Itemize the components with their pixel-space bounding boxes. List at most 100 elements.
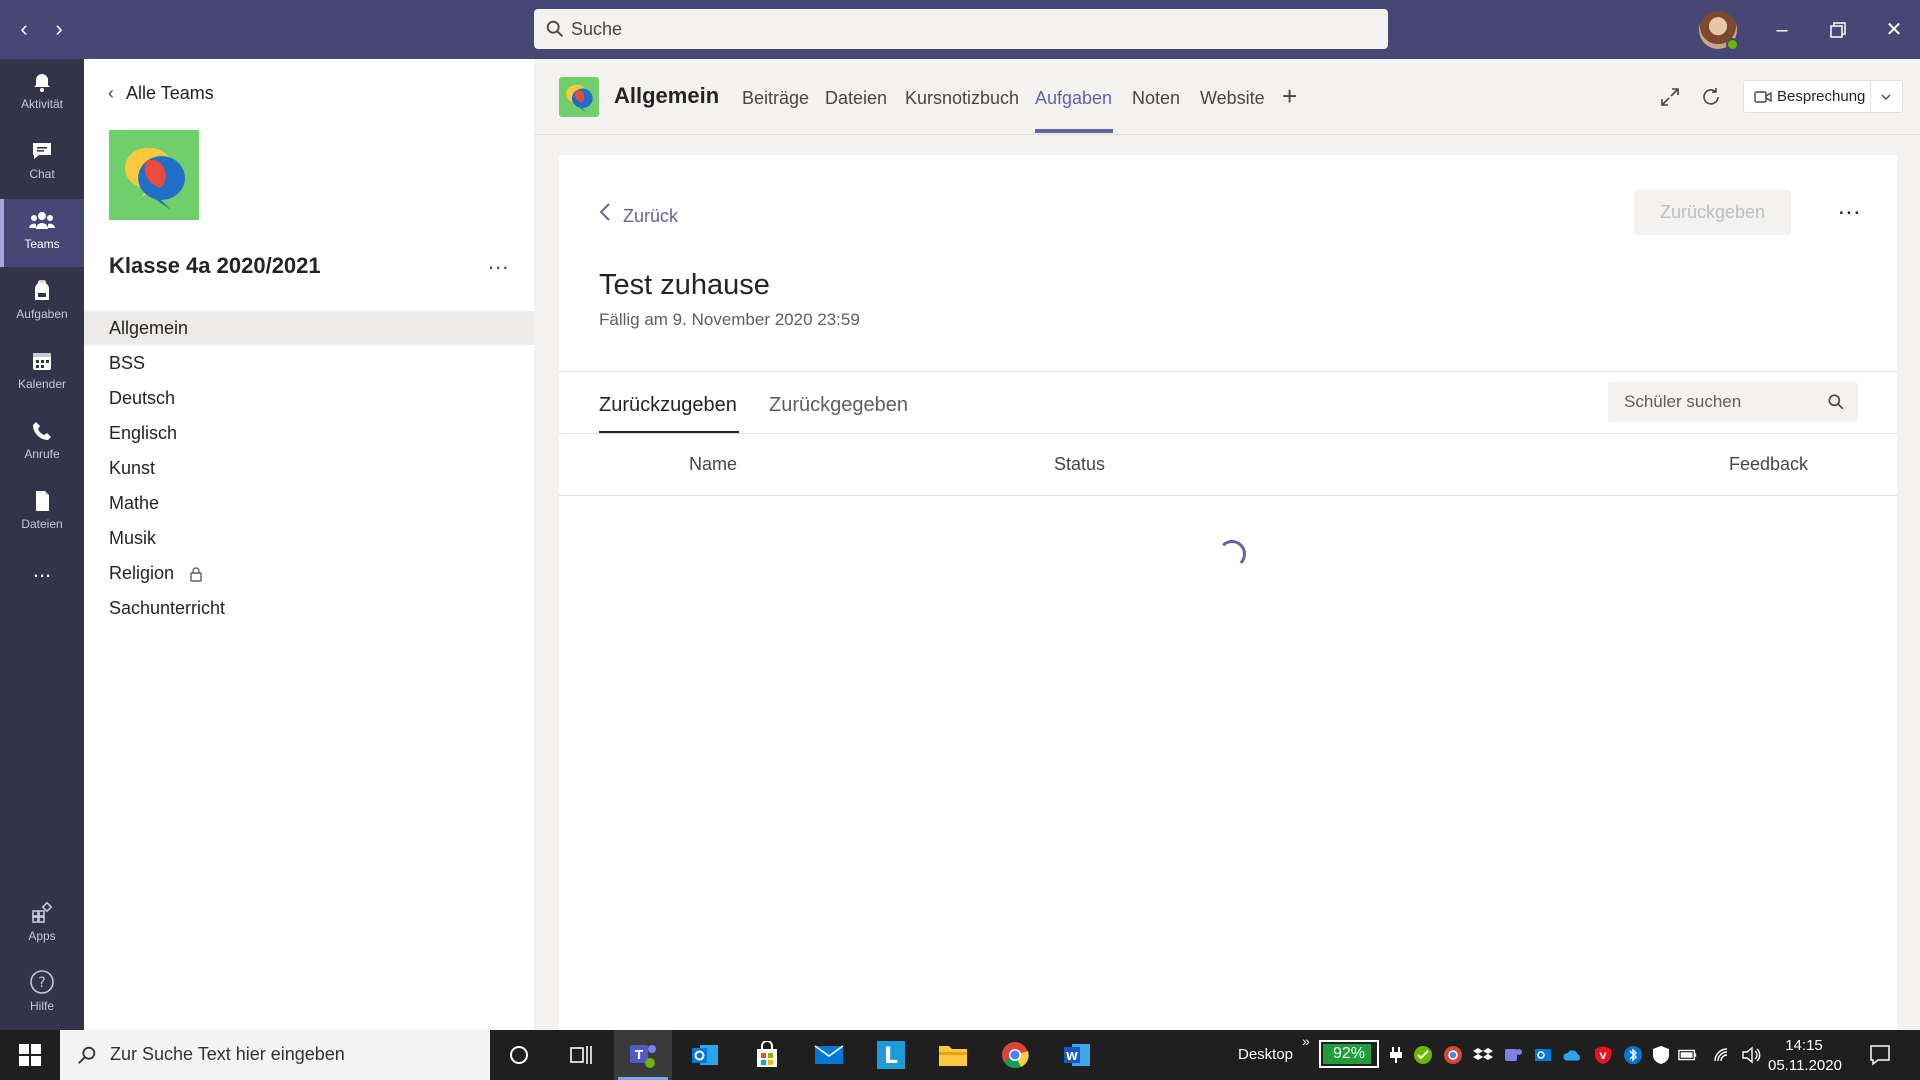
outlook-app-icon[interactable] — [676, 1030, 734, 1080]
rail-item-apps[interactable]: Apps — [0, 891, 84, 959]
divider — [559, 433, 1897, 434]
close-icon[interactable]: ✕ — [1879, 15, 1909, 45]
all-teams-label: Alle Teams — [126, 83, 214, 103]
channel-item-allgemein[interactable]: Allgemein — [84, 311, 534, 345]
chevron-down-icon[interactable] — [1880, 92, 1892, 102]
return-button[interactable]: Zurückgeben — [1634, 190, 1791, 235]
active-tab-indicator — [1035, 129, 1113, 133]
channel-item-sachunterricht[interactable]: Sachunterricht — [84, 591, 534, 625]
channel-item-mathe[interactable]: Mathe — [84, 486, 534, 520]
file-explorer-icon[interactable] — [924, 1030, 982, 1080]
power-plug-icon[interactable] — [1386, 1045, 1406, 1065]
svg-text:?: ? — [38, 975, 45, 991]
tab-aufgaben[interactable]: Aufgaben — [1035, 88, 1112, 109]
dropbox-icon[interactable] — [1473, 1045, 1493, 1065]
forward-arrow-icon[interactable]: › — [44, 14, 74, 44]
channel-item-englisch[interactable]: Englisch — [84, 416, 534, 450]
divider — [559, 371, 1897, 372]
rail-label: Hilfe — [29, 999, 54, 1013]
channel-label: Englisch — [109, 423, 178, 443]
expand-icon[interactable] — [1658, 85, 1682, 109]
rail-label: Apps — [28, 929, 56, 943]
teams-tray-icon[interactable] — [1503, 1045, 1523, 1065]
rail-item-activity[interactable]: Aktivität — [0, 59, 84, 127]
word-app-icon[interactable]: W — [1048, 1030, 1106, 1080]
tab-noten[interactable]: Noten — [1132, 88, 1180, 109]
team-more-options-icon[interactable]: ... — [488, 249, 509, 275]
search-input[interactable]: Suche — [534, 9, 1388, 49]
taskbar-search-input[interactable]: Zur Suche Text hier eingeben — [60, 1030, 490, 1080]
lernapp-icon[interactable]: L — [862, 1030, 920, 1080]
rail-more-icon[interactable]: ... — [0, 555, 84, 595]
notification-center-icon[interactable] — [1868, 1043, 1892, 1067]
presence-available-icon — [1726, 38, 1739, 51]
bell-icon — [34, 74, 50, 92]
rail-item-assignments[interactable]: Aufgaben — [0, 269, 84, 337]
apps-icon — [32, 901, 53, 923]
rail-item-teams[interactable]: Teams — [0, 199, 84, 267]
subtab-returned[interactable]: Zurückgegeben — [769, 394, 908, 417]
rail-item-help[interactable]: ? Hilfe — [0, 959, 84, 1027]
rail-label: Dateien — [21, 517, 63, 531]
refresh-icon[interactable] — [1699, 85, 1723, 109]
battery-indicator[interactable]: 92% — [1319, 1040, 1379, 1068]
column-header-feedback[interactable]: Feedback — [1729, 454, 1808, 475]
onedrive-icon[interactable] — [1563, 1045, 1583, 1065]
rail-label: Chat — [29, 167, 55, 181]
back-button[interactable]: Zurück — [599, 202, 678, 227]
desktop-toolbar-label[interactable]: Desktop — [1238, 1046, 1293, 1063]
toolbar-overflow-icon[interactable]: » — [1302, 1033, 1310, 1049]
restore-icon[interactable] — [1823, 15, 1853, 45]
avatar[interactable] — [1699, 11, 1739, 51]
rail-item-files[interactable]: Dateien — [0, 479, 84, 547]
tab-website[interactable]: Website — [1200, 88, 1265, 109]
channel-item-religion[interactable]: Religion — [84, 556, 534, 590]
antivirus-shield-icon[interactable]: V — [1593, 1045, 1613, 1065]
volume-icon[interactable] — [1741, 1045, 1761, 1065]
minimize-icon[interactable]: – — [1767, 15, 1797, 45]
column-header-status[interactable]: Status — [1054, 454, 1105, 475]
chrome-app-icon[interactable] — [986, 1030, 1044, 1080]
wifi-icon[interactable] — [1713, 1045, 1733, 1065]
tab-dateien[interactable]: Dateien — [825, 88, 887, 109]
battery-tray-icon[interactable] — [1678, 1045, 1698, 1065]
teams-app-icon[interactable]: T — [614, 1030, 672, 1080]
meeting-button[interactable]: Besprechung — [1743, 80, 1903, 113]
all-teams-link[interactable]: ‹ Alle Teams — [108, 83, 214, 104]
search-icon — [78, 1046, 96, 1064]
student-search-input[interactable]: Schüler suchen — [1608, 382, 1858, 422]
rail-item-chat[interactable]: Chat — [0, 129, 84, 197]
chat-icon — [33, 143, 51, 159]
tab-beitraege[interactable]: Beiträge — [742, 88, 809, 109]
channel-item-musik[interactable]: Musik — [84, 521, 534, 555]
system-clock[interactable]: 14:15 05.11.2020 — [1768, 1036, 1842, 1076]
store-app-icon[interactable] — [738, 1030, 796, 1080]
task-view-icon[interactable] — [552, 1030, 610, 1080]
mail-app-icon[interactable] — [800, 1030, 858, 1080]
channel-name: Allgemein — [614, 83, 720, 108]
back-arrow-icon[interactable]: ‹ — [9, 14, 39, 44]
windows-security-icon[interactable] — [1651, 1045, 1671, 1065]
rail-label: Aufgaben — [16, 307, 68, 321]
channel-item-deutsch[interactable]: Deutsch — [84, 381, 534, 415]
cortana-icon[interactable] — [490, 1030, 548, 1080]
channel-label: Sachunterricht — [109, 598, 226, 618]
add-tab-icon[interactable]: + — [1282, 81, 1297, 112]
rail-item-calendar[interactable]: Kalender — [0, 339, 84, 407]
rail-item-calls[interactable]: Anrufe — [0, 409, 84, 477]
outlook-tray-icon[interactable] — [1533, 1045, 1553, 1065]
subtab-to-return[interactable]: Zurückzugeben — [599, 394, 737, 417]
start-button[interactable] — [0, 1030, 60, 1080]
calendar-icon — [33, 353, 51, 370]
loading-spinner-icon — [1218, 540, 1246, 568]
column-header-name[interactable]: Name — [689, 454, 737, 475]
svg-text:W: W — [1066, 1050, 1078, 1063]
channel-item-bss[interactable]: BSS — [84, 346, 534, 380]
more-options-icon[interactable]: ... — [1838, 193, 1861, 221]
security-check-icon[interactable] — [1413, 1045, 1433, 1065]
svg-text:V: V — [1600, 1052, 1607, 1062]
tab-kursnotizbuch[interactable]: Kursnotizbuch — [905, 88, 1019, 109]
channel-item-kunst[interactable]: Kunst — [84, 451, 534, 485]
bluetooth-icon[interactable] — [1623, 1045, 1643, 1065]
chrome-tray-icon[interactable] — [1443, 1045, 1463, 1065]
